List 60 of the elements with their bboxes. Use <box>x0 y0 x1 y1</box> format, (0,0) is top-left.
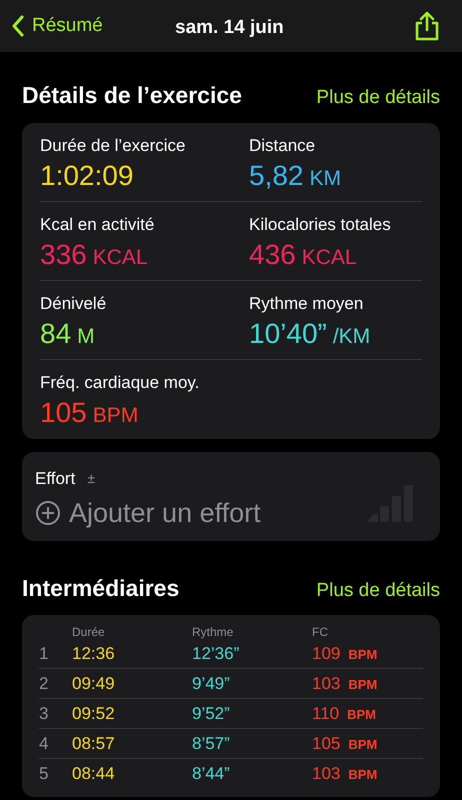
split-unit: BPM <box>348 736 378 754</box>
metric-value: 1:02:09 <box>40 158 134 192</box>
split-heart-rate: 109 <box>312 642 340 665</box>
metric-value: 105 <box>40 396 87 430</box>
split-duration: 09:49 <box>72 672 116 695</box>
section-title: Détails de l’exercice <box>22 81 242 110</box>
split-pace: 9’49” <box>192 672 231 695</box>
effort-label: Effort <box>35 468 76 490</box>
split-unit: BPM <box>348 766 378 784</box>
split-heart-rate: 103 <box>312 672 340 695</box>
metric-label: Fréq. cardiaque moy. <box>40 372 200 394</box>
metric-value: 84 <box>40 316 72 350</box>
metric-label: Distance <box>249 134 316 156</box>
plus-circle-icon <box>35 500 61 526</box>
more-details-link[interactable]: Plus de détails <box>316 84 440 112</box>
split-pace: 8’57” <box>192 732 231 755</box>
column-header: Durée <box>72 624 106 641</box>
navigation-title: sam. 14 juin <box>175 16 284 40</box>
split-pace: 8’44” <box>192 763 231 786</box>
metric-unit: M <box>77 324 95 350</box>
column-header: Rythme <box>192 624 234 641</box>
metric-value: 336 <box>40 238 87 272</box>
more-details-link[interactable]: Plus de détails <box>316 576 440 605</box>
split-duration: 08:57 <box>72 732 116 755</box>
split-index: 4 <box>39 732 50 755</box>
column-header: FC <box>312 624 329 641</box>
metric-value: 10’40” <box>249 316 327 350</box>
split-index: 2 <box>39 672 50 695</box>
split-heart-rate: 103 <box>312 763 340 786</box>
metric-value: 5,82 <box>249 158 304 192</box>
back-button[interactable]: Résumé <box>12 12 103 40</box>
split-unit: BPM <box>347 706 376 724</box>
split-index: 5 <box>39 763 50 786</box>
split-index: 3 <box>39 702 50 725</box>
metric-label: Kcal en activité <box>40 214 156 236</box>
split-duration: 09:52 <box>72 702 116 725</box>
split-unit: BPM <box>348 676 378 694</box>
split-duration: 08:44 <box>72 763 116 786</box>
chevron-icon <box>12 15 24 37</box>
metric-unit: KCAL <box>302 244 357 270</box>
metric-unit: BPM <box>92 402 138 428</box>
split-index: 1 <box>39 642 50 665</box>
metric-label: Dénivelé <box>40 292 108 314</box>
effort-symbol: ± <box>87 468 96 488</box>
metric-unit: KCAL <box>92 244 148 270</box>
metric-label: Kilocalories totales <box>249 214 392 236</box>
split-heart-rate: 110 <box>312 702 340 725</box>
metric-unit: /KM <box>332 324 370 350</box>
split-unit: BPM <box>348 646 378 664</box>
split-pace: 9’52” <box>192 702 231 725</box>
metric-value: 436 <box>249 238 296 272</box>
metric-label: Durée de l’exercice <box>40 134 187 156</box>
add-effort-button[interactable]: Ajouter un effort <box>35 493 261 534</box>
metric-unit: KM <box>310 166 341 192</box>
section-title: Intermédiaires <box>22 574 180 602</box>
metric-label: Rythme moyen <box>249 292 364 314</box>
split-heart-rate: 105 <box>312 732 340 755</box>
split-pace: 12’36” <box>192 642 240 665</box>
share-icon[interactable] <box>414 11 440 41</box>
split-duration: 12:36 <box>72 642 116 665</box>
